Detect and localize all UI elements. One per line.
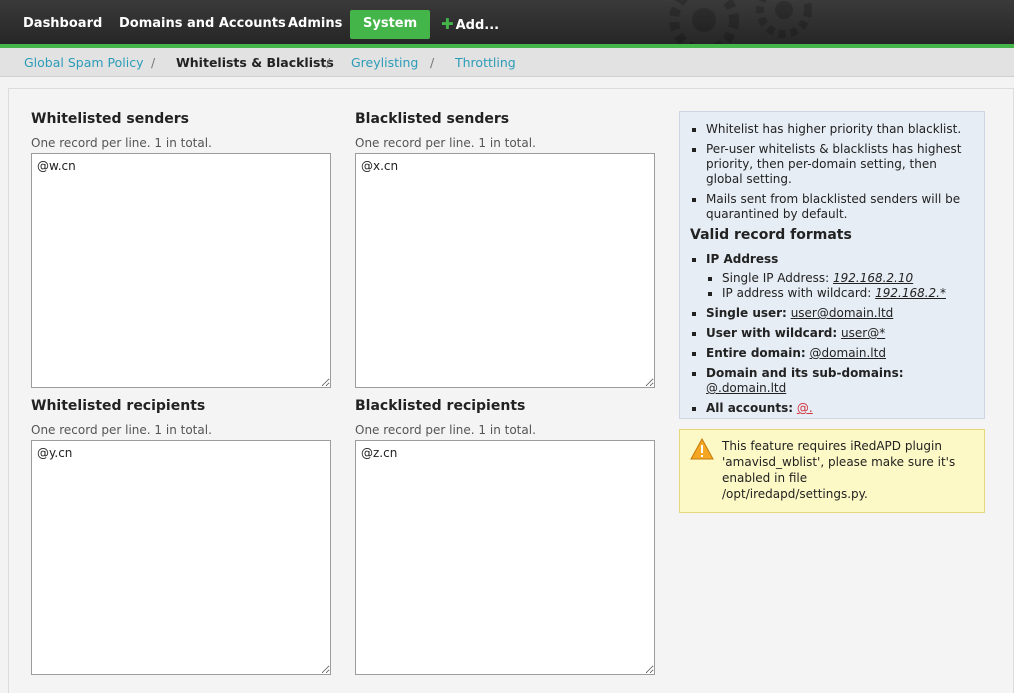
warning-text-line: This feature requires iRedAPD plugin xyxy=(722,439,942,453)
blacklisted-senders-textarea[interactable]: @x.cn xyxy=(355,153,655,388)
format-single-user: Single user: user@domain.ltd xyxy=(690,306,974,321)
warning-triangle-icon xyxy=(690,438,714,460)
breadcrumb-separator: / xyxy=(151,55,156,70)
plus-icon: ✚ xyxy=(441,15,454,33)
nav-dashboard[interactable]: Dashboard xyxy=(10,10,115,38)
single-user-label: Single user: xyxy=(706,306,787,320)
valid-formats-heading: Valid record formats xyxy=(690,227,852,243)
subdomains-label: Domain and its sub-domains: xyxy=(706,366,904,380)
ip-address-label: IP Address xyxy=(706,252,779,266)
entire-domain-label: Entire domain: xyxy=(706,346,806,360)
ip-formats-sublist: Single IP Address: 192.168.2.10 IP addre… xyxy=(706,271,974,301)
format-wildcard-ip: IP address with wildcard: 192.168.2.* xyxy=(706,286,974,301)
breadcrumb: Global Spam Policy / Whitelists & Blackl… xyxy=(0,48,1014,77)
tip-item: Whitelist has higher priority than black… xyxy=(690,122,974,137)
blacklisted-senders-title: Blacklisted senders xyxy=(355,111,510,127)
top-navigation-bar: Dashboard Domains and Accounts Admins Sy… xyxy=(0,0,1014,50)
blacklisted-recipients-title: Blacklisted recipients xyxy=(355,398,526,414)
warning-text-line: /opt/iredapd/settings.py. xyxy=(722,487,868,501)
single-ip-example: 192.168.2.10 xyxy=(832,271,914,285)
format-all-accounts: All accounts: @. xyxy=(690,401,974,416)
all-accounts-label: All accounts: xyxy=(706,401,794,415)
nav-admins[interactable]: Admins xyxy=(275,10,355,38)
warning-box: This feature requires iRedAPD plugin 'am… xyxy=(679,429,985,513)
user-wildcard-label: User with wildcard: xyxy=(706,326,838,340)
breadcrumb-separator: / xyxy=(430,55,435,70)
whitelisted-recipients-hint: One record per line. 1 in total. xyxy=(31,423,212,437)
wildcard-ip-label: IP address with wildcard: xyxy=(722,286,872,300)
whitelisted-senders-title: Whitelisted senders xyxy=(31,111,189,127)
formats-list: IP Address Single IP Address: 192.168.2.… xyxy=(690,252,974,416)
user-wildcard-example: user@* xyxy=(841,326,886,340)
blacklisted-recipients-hint: One record per line. 1 in total. xyxy=(355,423,536,437)
whitelisted-recipients-textarea[interactable]: @y.cn xyxy=(31,440,331,675)
format-subdomains: Domain and its sub-domains: @.domain.ltd xyxy=(690,366,974,396)
format-user-wildcard: User with wildcard: user@* xyxy=(690,326,974,341)
blacklisted-recipients-textarea[interactable]: @z.cn xyxy=(355,440,655,675)
entire-domain-example: @domain.ltd xyxy=(809,346,886,360)
warning-text-line: enabled in file xyxy=(722,471,808,485)
tab-whitelists-blacklists: Whitelists & Blacklists xyxy=(176,55,334,70)
whitelisted-senders-textarea[interactable]: @w.cn xyxy=(31,153,331,388)
breadcrumb-separator: / xyxy=(326,55,331,70)
warning-text-line: 'amavisd_wblist', please make sure it's xyxy=(722,455,956,469)
format-ip-address: IP Address Single IP Address: 192.168.2.… xyxy=(690,252,974,301)
format-single-ip: Single IP Address: 192.168.2.10 xyxy=(706,271,974,286)
nav-add-button[interactable]: ✚ Add... xyxy=(428,10,512,38)
wildcard-ip-example: 192.168.2.* xyxy=(875,286,946,300)
info-box: Whitelist has higher priority than black… xyxy=(679,111,985,419)
tab-throttling[interactable]: Throttling xyxy=(455,55,516,70)
tab-global-spam-policy[interactable]: Global Spam Policy xyxy=(24,55,143,70)
single-user-example: user@domain.ltd xyxy=(790,306,894,320)
nav-system[interactable]: System xyxy=(350,10,431,39)
nav-domains-and-accounts[interactable]: Domains and Accounts xyxy=(106,10,299,38)
whitelisted-senders-hint: One record per line. 1 in total. xyxy=(31,136,212,150)
whitelisted-recipients-title: Whitelisted recipients xyxy=(31,398,206,414)
tip-item: Mails sent from blacklisted senders will… xyxy=(690,192,974,222)
tips-list: Whitelist has higher priority than black… xyxy=(690,122,974,222)
subdomains-example: @.domain.ltd xyxy=(706,381,787,395)
gears-decoration-icon xyxy=(669,0,812,50)
single-ip-label: Single IP Address: xyxy=(722,271,830,285)
nav-add-label: Add... xyxy=(455,18,500,33)
format-entire-domain: Entire domain: @domain.ltd xyxy=(690,346,974,361)
tab-greylisting[interactable]: Greylisting xyxy=(351,55,418,70)
all-accounts-example: @. xyxy=(796,401,813,415)
tip-item: Per-user whitelists & blacklists has hig… xyxy=(690,142,974,187)
blacklisted-senders-hint: One record per line. 1 in total. xyxy=(355,136,536,150)
